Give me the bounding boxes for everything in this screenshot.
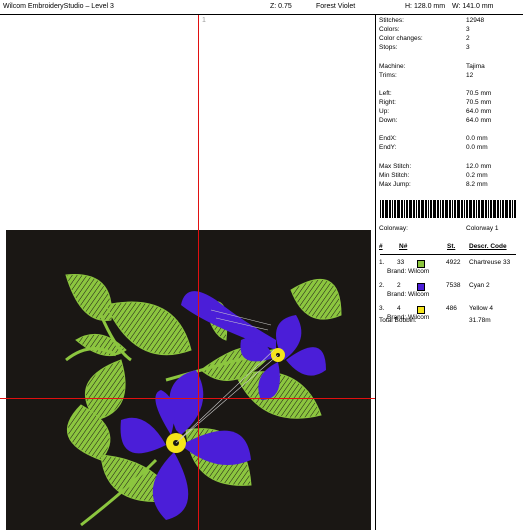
design-barcode (380, 200, 516, 218)
stat-label: Up: (379, 108, 390, 115)
thread-number: 4 (397, 305, 401, 312)
stat-row: Max Jump: 8.2 mm (379, 181, 519, 190)
thread-stitch-count: 486 (446, 305, 457, 312)
col-index: # (379, 243, 383, 250)
col-description: Descr. Code (469, 243, 507, 250)
stat-value: 64.0 mm (466, 108, 492, 115)
stat-row: Stitches: 12948 (379, 17, 519, 26)
stat-label: Right: (379, 99, 396, 106)
crosshair-horizontal (0, 398, 375, 399)
colorway-value: Colorway 1 (466, 225, 499, 232)
stat-value: 64.0 mm (466, 117, 492, 124)
stat-label: Color changes: (379, 35, 423, 42)
app-title: Wilcom EmbroideryStudio – Level 3 (3, 3, 114, 10)
thread-row[interactable]: 1. 33 4922 Chartreuse 33 (379, 259, 523, 268)
thread-row[interactable]: 2. 2 7538 Cyan 2 (379, 282, 523, 291)
stat-label: Max Stitch: (379, 163, 412, 170)
thread-stitch-count: 4922 (446, 259, 461, 266)
col-stitches: St. (447, 243, 456, 250)
stat-label: Max Jump: (379, 181, 411, 188)
embroidery-design[interactable] (6, 230, 371, 530)
stat-row: Min Stitch: 0.2 mm (379, 172, 519, 181)
stat-value: 8.2 mm (466, 181, 488, 188)
stat-label: Left: (379, 90, 392, 97)
stat-value: 0.0 mm (466, 135, 488, 142)
thread-description: Chartreuse 33 (469, 259, 511, 266)
stat-row: Trims: 12 (379, 72, 519, 81)
stat-row: Machine: Tajima (379, 63, 519, 72)
thread-index: 1. (379, 259, 385, 266)
colorway-label: Colorway: (379, 225, 408, 232)
stat-row: Left: 70.5 mm (379, 90, 519, 99)
fabric-name: Forest Violet (316, 3, 356, 10)
stat-value: 0.2 mm (466, 172, 488, 179)
stat-label: EndX: (379, 135, 397, 142)
thread-description: Yellow 4 (469, 305, 493, 312)
stat-row: Color changes: 2 (379, 35, 519, 44)
thread-color-swatch (417, 306, 425, 314)
thread-description: Cyan 2 (469, 282, 490, 289)
stat-row: Up: 64.0 mm (379, 108, 519, 117)
thread-brand: Brand: Wilcom (387, 268, 430, 275)
stat-label: Stops: (379, 44, 398, 51)
thread-color-swatch (417, 283, 425, 291)
total-bobbin-value: 31.78m (469, 317, 491, 324)
flower-artwork (65, 274, 342, 527)
stat-value: 12 (466, 72, 474, 79)
stat-label: Machine: (379, 63, 406, 70)
total-bobbin-label: Total Bobbin: (379, 317, 417, 324)
crosshair-vertical (198, 15, 199, 530)
total-bobbin-row: Total Bobbin: 31.78m (379, 317, 523, 326)
stat-row: EndX: 0.0 mm (379, 135, 519, 144)
thread-color-swatch (417, 260, 425, 268)
col-number: N# (399, 243, 408, 250)
stat-value: 70.5 mm (466, 99, 492, 106)
stat-row: Stops: 3 (379, 44, 519, 53)
thread-number: 2 (397, 282, 401, 289)
stat-value: 3 (466, 44, 470, 51)
design-height: H: 128.0 mm (405, 3, 446, 10)
stat-row: Max Stitch: 12.0 mm (379, 163, 519, 172)
thread-brand: Brand: Wilcom (387, 291, 430, 298)
origin-marker: 1 (202, 17, 206, 24)
stat-value: 70.5 mm (466, 90, 492, 97)
stat-row: EndY: 0.0 mm (379, 144, 519, 153)
thread-stitch-count: 7538 (446, 282, 461, 289)
design-canvas[interactable]: 1 (0, 15, 376, 530)
thread-number: 33 (397, 259, 405, 266)
table-divider (380, 254, 516, 255)
stat-value: 0.0 mm (466, 144, 488, 151)
thread-table-header: # N# St. Descr. Code (379, 243, 523, 252)
stat-label: Trims: (379, 72, 397, 79)
design-info-panel: Colorway: Colorway 1 # N# St. Descr. Cod… (377, 15, 523, 530)
stat-value: 3 (466, 26, 470, 33)
colorway-row: Colorway: Colorway 1 (379, 225, 519, 234)
zoom-readout: Z: 0.75 (270, 3, 292, 10)
thread-row[interactable]: 3. 4 486 Yellow 4 (379, 305, 523, 314)
stat-label: Min Stitch: (379, 172, 410, 179)
stat-value: 12.0 mm (466, 163, 492, 170)
stat-value: 12948 (466, 17, 485, 24)
stat-value: Tajima (466, 63, 485, 70)
stat-value: 2 (466, 35, 470, 42)
stat-label: Colors: (379, 26, 400, 33)
stat-row: Colors: 3 (379, 26, 519, 35)
title-bar: Wilcom EmbroideryStudio – Level 3 Z: 0.7… (0, 0, 523, 15)
stat-label: Stitches: (379, 17, 404, 24)
thread-index: 3. (379, 305, 385, 312)
stat-row: Down: 64.0 mm (379, 117, 519, 126)
stat-row: Right: 70.5 mm (379, 99, 519, 108)
stat-label: EndY: (379, 144, 397, 151)
design-width: W: 141.0 mm (452, 3, 494, 10)
thread-index: 2. (379, 282, 385, 289)
stat-label: Down: (379, 117, 398, 124)
